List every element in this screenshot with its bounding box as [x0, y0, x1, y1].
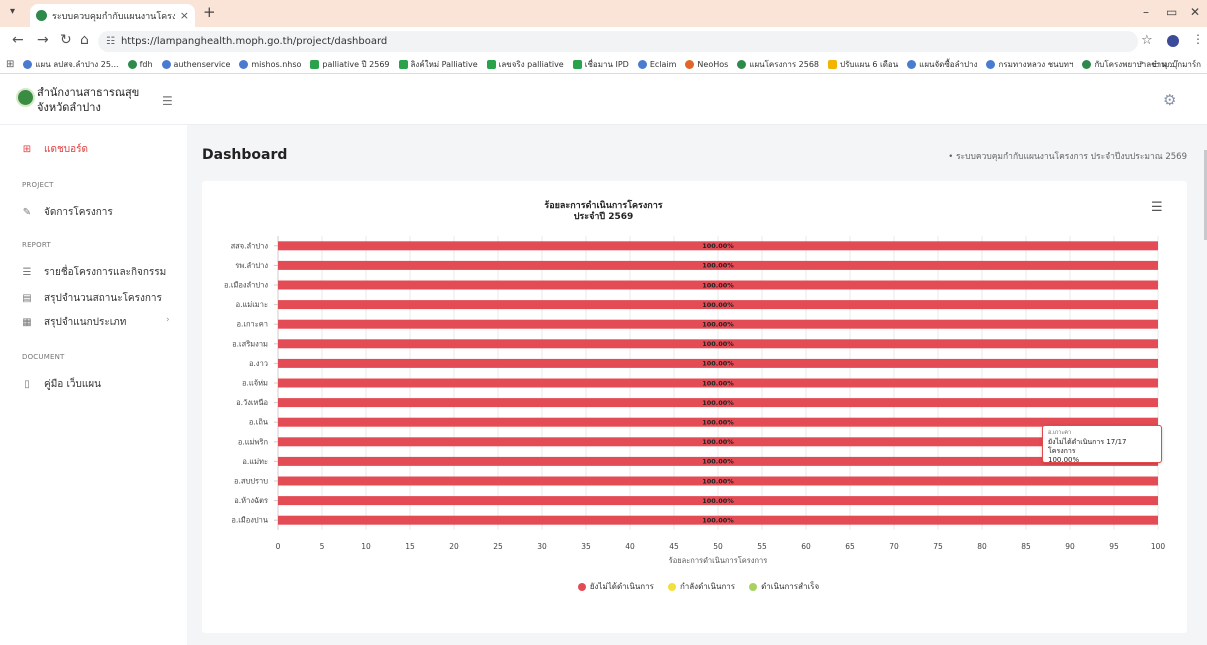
x-tick-label: 25 [493, 542, 503, 551]
legend-item[interactable]: ยังไม่ได้ดำเนินการ [577, 580, 654, 593]
data-label: 100.00% [702, 242, 734, 250]
legend-item[interactable]: กำลังดำเนินการ [667, 580, 736, 593]
x-tick-label: 70 [889, 542, 899, 551]
legend-label: ดำเนินการสำเร็จ [761, 582, 820, 591]
x-tick-label: 15 [405, 542, 415, 551]
data-label: 100.00% [702, 340, 734, 348]
category-label: อ.เมืองลำปาง [224, 281, 268, 290]
legend-label: กำลังดำเนินการ [679, 582, 736, 591]
category-label: รพ.ลำปาง [235, 261, 268, 270]
legend-dot-icon [577, 582, 586, 591]
x-tick-label: 95 [1109, 542, 1119, 551]
category-label: อ.แม่พริก [238, 437, 268, 446]
x-tick-label: 80 [977, 542, 987, 551]
x-tick-label: 0 [276, 542, 281, 551]
tooltip-header: อ.เกาะคา [1048, 430, 1072, 436]
legend-dot-icon [749, 582, 758, 591]
tooltip-line1: ยังไม่ได้ดำเนินการ 17/17 โครงการ [1048, 438, 1127, 455]
chart-legend: ยังไม่ได้ดำเนินการ กำลังดำเนินการ ดำเนินกา… [0, 580, 1207, 593]
data-label: 100.00% [702, 438, 734, 446]
data-label: 100.00% [702, 262, 734, 270]
chart-tooltip: อ.เกาะคา ยังไม่ได้ดำเนินการ 17/17 โครงกา… [1042, 425, 1162, 464]
x-tick-label: 45 [669, 542, 679, 551]
x-tick-label: 50 [713, 542, 723, 551]
x-tick-label: 75 [933, 542, 943, 551]
category-label: อ.งาว [249, 359, 268, 368]
data-label: 100.00% [702, 360, 734, 368]
category-label: อ.วังเหนือ [236, 398, 268, 407]
data-label: 100.00% [702, 458, 734, 466]
category-label: อ.แจ้ห่ม [242, 379, 268, 388]
data-label: 100.00% [702, 497, 734, 505]
x-tick-label: 35 [581, 542, 591, 551]
data-label: 100.00% [702, 379, 734, 387]
category-label: อ.เถิน [249, 418, 268, 427]
data-label: 100.00% [702, 419, 734, 427]
x-tick-label: 85 [1021, 542, 1031, 551]
x-tick-label: 10 [361, 542, 371, 551]
x-tick-label: 90 [1065, 542, 1075, 551]
legend-label: ยังไม่ได้ดำเนินการ [589, 582, 654, 591]
tooltip-line2: 100.00% [1048, 456, 1080, 464]
data-label: 100.00% [702, 399, 734, 407]
x-tick-label: 30 [537, 542, 547, 551]
category-label: อ.สบปราบ [234, 477, 268, 486]
data-label: 100.00% [702, 517, 734, 525]
data-label: 100.00% [702, 321, 734, 329]
category-label: อ.แม่ทะ [242, 457, 268, 466]
x-tick-label: 55 [757, 542, 767, 551]
category-label: อ.เกาะคา [237, 320, 268, 329]
legend-item[interactable]: ดำเนินการสำเร็จ [749, 580, 819, 593]
x-tick-label: 5 [320, 542, 325, 551]
category-label: อ.ห้างฉัตร [234, 496, 268, 505]
x-tick-label: 20 [449, 542, 459, 551]
category-label: สสจ.ลำปาง [231, 241, 269, 250]
x-tick-label: 100 [1151, 542, 1166, 551]
category-label: อ.เมืองปาน [231, 516, 268, 525]
x-tick-label: 60 [801, 542, 811, 551]
data-label: 100.00% [702, 301, 734, 309]
category-label: อ.เสริมงาม [232, 339, 268, 348]
bar-chart: สสจ.ลำปาง 100.00% รพ.ลำปาง 100.00% อ.เมืองลำ… [224, 236, 1166, 565]
x-tick-label: 40 [625, 542, 635, 551]
legend-dot-icon [667, 582, 676, 591]
data-label: 100.00% [702, 281, 734, 289]
x-axis-title: ร้อยละการดำเนินการโครงการ [669, 556, 768, 565]
data-label: 100.00% [702, 477, 734, 485]
category-label: อ.แม่เมาะ [236, 300, 268, 309]
x-tick-label: 65 [845, 542, 855, 551]
